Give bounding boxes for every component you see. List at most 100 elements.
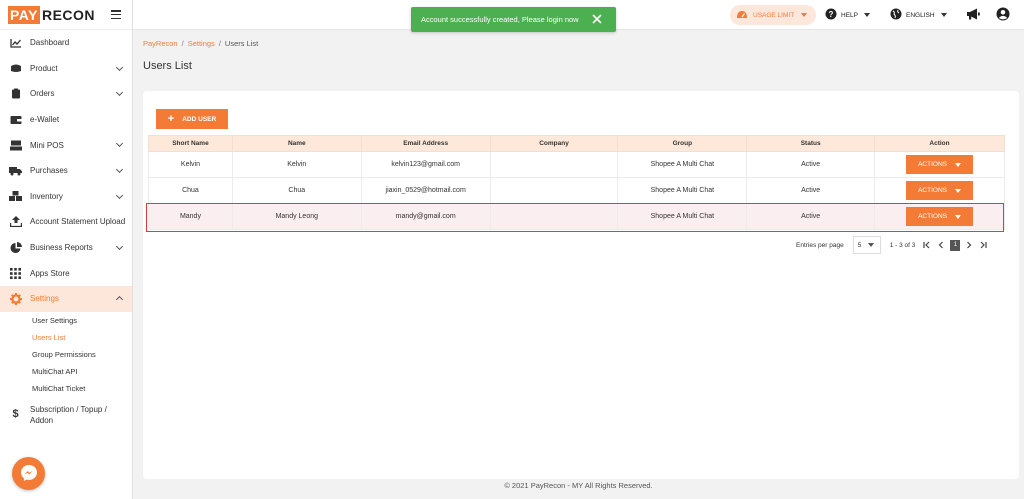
users-table: Short Name Name Email Address Company Gr…: [148, 135, 1005, 230]
cell-name: Chua: [231, 177, 362, 204]
sidebar-nav: Dashboard Product Orders e-Wallet Mini P…: [0, 30, 132, 312]
breadcrumb-separator: /: [181, 39, 184, 48]
caret-down-icon: [940, 13, 947, 17]
caret-down-icon: [801, 13, 808, 17]
globe-icon: [890, 8, 902, 22]
usage-limit-icon: [736, 10, 748, 21]
cell-short-name: Mandy: [148, 203, 233, 230]
header-email[interactable]: Email Address: [360, 135, 491, 152]
grid-icon: [9, 267, 22, 279]
breadcrumb-settings[interactable]: Settings: [188, 39, 215, 48]
entries-per-page-label: Entries per page: [796, 241, 844, 249]
chevron-down-icon: [115, 191, 124, 199]
entries-per-page-select[interactable]: 5: [852, 236, 881, 254]
clipboard-icon: [9, 88, 22, 100]
chevron-down-icon: [115, 242, 124, 250]
sidebar-item-label: e-Wallet: [30, 115, 60, 125]
pos-terminal-icon: [9, 139, 22, 151]
help-menu[interactable]: ? HELP: [825, 8, 870, 22]
sidebar-item-label: Mini POS: [30, 140, 64, 150]
add-user-label: ADD USER: [182, 115, 217, 123]
submenu-item-user-settings[interactable]: User Settings: [0, 312, 132, 329]
sidebar-item-product[interactable]: Product: [0, 56, 132, 82]
chevron-down-icon: [115, 63, 124, 71]
cell-status: Active: [746, 151, 876, 178]
actions-label: ACTIONS: [918, 213, 947, 220]
cell-action: ACTIONS: [874, 203, 1005, 230]
submenu-item-group-permissions[interactable]: Group Permissions: [0, 346, 132, 363]
cell-name: Mandy Leong: [231, 203, 362, 230]
help-label: HELP: [841, 11, 858, 19]
last-page-icon[interactable]: [976, 238, 990, 252]
cell-email: kelvin123@gmail.com: [360, 151, 491, 178]
sidebar-item-dashboard[interactable]: Dashboard: [0, 30, 132, 56]
usage-limit-button[interactable]: USAGE LIMIT: [730, 5, 816, 25]
sidebar-item-purchases[interactable]: Purchases: [0, 158, 132, 184]
dollar-icon: $: [12, 407, 19, 420]
pie-chart-icon: [9, 241, 22, 254]
first-page-icon[interactable]: [920, 238, 934, 252]
hamburger-menu-icon[interactable]: [111, 10, 121, 19]
sidebar-item-label: Product: [30, 63, 58, 73]
wallet-icon: [9, 114, 22, 126]
chevron-down-icon: [115, 89, 124, 97]
table-row: Kelvin Kelvin kelvin123@gmail.com Shopee…: [148, 151, 1005, 178]
cell-short-name: Chua: [148, 177, 233, 204]
cell-group: Shopee A Multi Chat: [617, 203, 748, 230]
cell-email: jiaxin_0529@hotmail.com: [360, 177, 491, 204]
sidebar-item-apps-store[interactable]: Apps Store: [0, 260, 132, 286]
user-profile-button[interactable]: [996, 7, 1010, 23]
sidebar-item-label: Purchases: [30, 166, 68, 176]
sidebar-item-mini-pos[interactable]: Mini POS: [0, 132, 132, 158]
actions-button[interactable]: ACTIONS: [906, 207, 974, 226]
announcements-button[interactable]: [966, 8, 980, 22]
header-name[interactable]: Name: [231, 135, 362, 152]
page-title: Users List: [143, 60, 192, 72]
cell-action: ACTIONS: [874, 151, 1005, 178]
header-company[interactable]: Company: [489, 135, 619, 152]
actions-button[interactable]: ACTIONS: [906, 181, 974, 200]
submenu-item-users-list[interactable]: Users List: [0, 329, 132, 346]
gear-icon: [9, 292, 22, 305]
logo-pay-text: PAY: [8, 5, 40, 24]
page-range: 1 - 3 of 3: [889, 241, 916, 249]
cell-action: ACTIONS: [874, 177, 1005, 204]
sidebar-item-settings[interactable]: Settings: [0, 285, 132, 312]
sidebar-item-label: Settings: [30, 294, 59, 304]
cell-company: [489, 177, 619, 204]
header-status[interactable]: Status: [746, 135, 876, 152]
breadcrumb: PayRecon / Settings / Users List: [143, 39, 258, 48]
close-icon[interactable]: [592, 14, 602, 24]
submenu-item-multichat-ticket[interactable]: MultiChat Ticket: [0, 380, 132, 397]
toast-message: Account successfully created, Please log…: [421, 15, 579, 24]
sidebar: PAY RECON Dashboard Product Orders e-Wal…: [0, 0, 133, 499]
sidebar-item-label: Orders: [30, 89, 55, 99]
next-page-icon[interactable]: [962, 238, 976, 252]
messenger-chat-button[interactable]: [12, 457, 45, 490]
cell-email: mandy@gmail.com: [360, 203, 491, 230]
sidebar-item-account-statement-upload[interactable]: Account Statement Upload: [0, 209, 132, 235]
submenu-item-multichat-api[interactable]: MultiChat API: [0, 363, 132, 380]
prev-page-icon[interactable]: [934, 238, 948, 252]
chevron-down-icon: [115, 165, 124, 174]
caret-down-icon: [868, 243, 875, 247]
actions-button[interactable]: ACTIONS: [906, 155, 974, 174]
sidebar-item-ewallet[interactable]: e-Wallet: [0, 107, 132, 133]
language-label: ENGLISH: [906, 11, 935, 19]
sidebar-item-inventory[interactable]: Inventory: [0, 184, 132, 210]
language-menu[interactable]: ENGLISH: [890, 8, 947, 22]
subscription-label-line1: Subscription / Topup /: [30, 404, 107, 414]
page-number-current[interactable]: 1: [950, 239, 961, 251]
sidebar-item-subscription[interactable]: $ Subscription / Topup / Addon: [0, 400, 132, 430]
users-card: + ADD USER Short Name Name Email Address…: [143, 91, 1019, 479]
breadcrumb-payrecon[interactable]: PayRecon: [143, 39, 178, 48]
pagination: Entries per page 5 1 - 3 of 3 1: [796, 236, 990, 254]
header-action: Action: [874, 135, 1005, 152]
header-group[interactable]: Group: [617, 135, 748, 152]
success-toast: Account successfully created, Please log…: [411, 7, 616, 32]
header-short-name[interactable]: Short Name: [148, 135, 233, 152]
sidebar-item-orders[interactable]: Orders: [0, 81, 132, 107]
sidebar-item-label: Account Statement Upload: [30, 217, 126, 227]
add-user-button[interactable]: + ADD USER: [156, 109, 228, 129]
sidebar-item-business-reports[interactable]: Business Reports: [0, 235, 132, 261]
